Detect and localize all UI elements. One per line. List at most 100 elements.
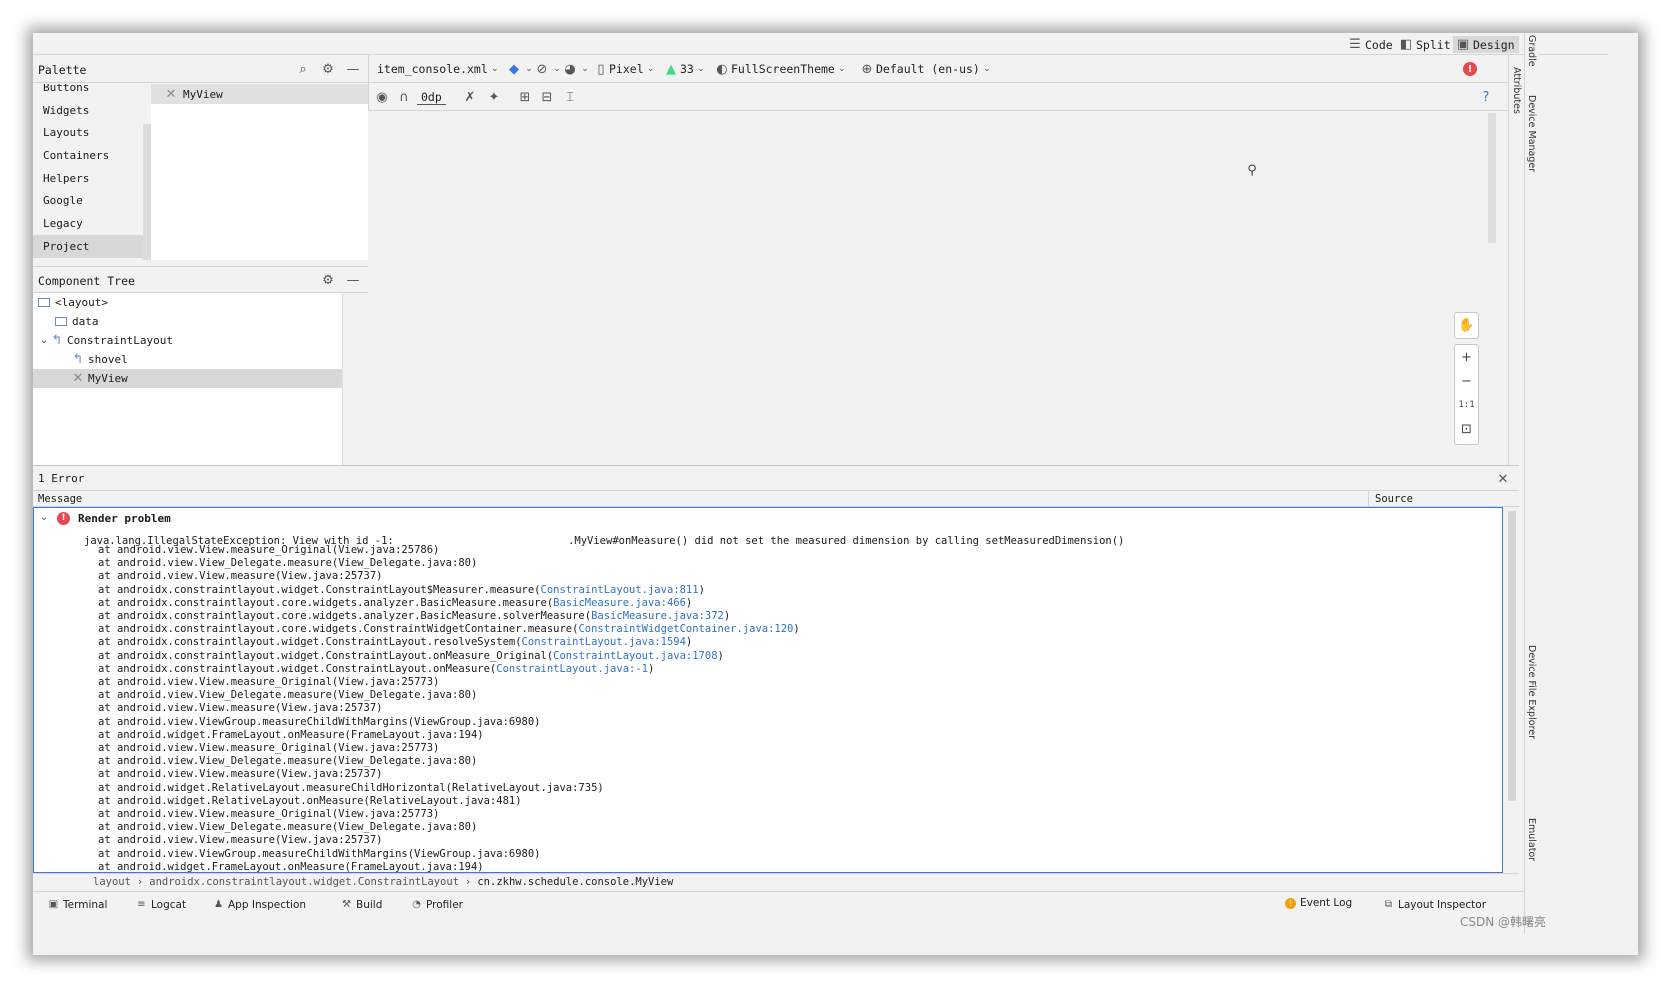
breadcrumb-item[interactable]: androidx.constraintlayout.widget.Constra… <box>149 876 459 888</box>
component-tree-scrollbar[interactable] <box>342 293 368 465</box>
terminal-tab[interactable]: ▣ Terminal <box>48 897 108 913</box>
breadcrumb-item[interactable]: layout <box>93 876 131 888</box>
app-inspection-tab[interactable]: ♟ App Inspection <box>213 897 306 913</box>
layout-icon <box>38 298 50 307</box>
file-selector[interactable]: item_console.xml ⌄ <box>377 61 499 77</box>
tree-node-myview[interactable]: ✕ MyView <box>33 369 342 388</box>
stack-frame: at android.widget.RelativeLayout.measure… <box>98 782 800 795</box>
message-column-header[interactable]: Message <box>38 493 82 505</box>
palette-header: Palette ⌕ ⚙ — <box>33 55 368 83</box>
eye-icon[interactable]: ◉ <box>374 89 390 105</box>
api-selector[interactable]: ▲ 33 ⌄ <box>665 61 705 77</box>
chevron-down-icon[interactable]: ⌄ <box>39 510 49 526</box>
clear-constraints-icon[interactable]: ✗ <box>462 89 478 105</box>
stack-frame: at androidx.constraintlayout.core.widget… <box>98 623 800 636</box>
zoom-reset-button[interactable]: 1:1 <box>1455 393 1479 417</box>
tree-node-layout[interactable]: <layout> <box>33 293 342 312</box>
stack-frame: at android.widget.FrameLayout.onMeasure(… <box>98 729 800 742</box>
event-log-tab[interactable]: ! Event Log <box>1285 897 1352 909</box>
align-icon[interactable]: ⊟ <box>539 89 555 105</box>
guidelines-icon[interactable]: ⌶ <box>562 89 578 105</box>
close-icon[interactable]: ✕ <box>1495 471 1511 487</box>
palette-category-selected[interactable]: Project <box>33 234 151 258</box>
stack-frame-text: at androidx.constraintlayout.core.widget… <box>98 610 592 623</box>
palette-item-myview[interactable]: ✕ MyView <box>151 84 368 104</box>
source-link[interactable]: ConstraintLayout.java:811 <box>541 584 699 596</box>
help-icon[interactable]: ? <box>1478 89 1494 105</box>
default-margin-button[interactable]: 0dp <box>417 89 446 105</box>
device-manager-tab[interactable]: Device Manager <box>1526 95 1537 172</box>
infer-constraints-icon[interactable]: ✦ <box>486 89 502 105</box>
zoom-out-icon[interactable]: − <box>1455 369 1479 393</box>
palette-category[interactable]: Legacy <box>33 212 151 235</box>
zoom-in-icon[interactable]: + <box>1455 345 1479 369</box>
source-link[interactable]: ConstraintWidgetContainer.java:120 <box>578 623 793 635</box>
night-mode-button[interactable]: ◕ ⌄ <box>562 61 589 77</box>
chevron-down-icon: ⌄ <box>553 63 561 74</box>
stack-frame-text: at android.widget.FrameLayout.onMeasure(… <box>98 728 484 741</box>
locale-name: Default (en-us) <box>876 62 980 76</box>
source-link[interactable]: ConstraintLayout.java:-1 <box>496 663 648 675</box>
error-item-render-problem[interactable]: ⌄ ! Render problem <box>39 510 171 526</box>
palette-category[interactable]: Buttons <box>33 84 151 99</box>
warning-icon: ! <box>1285 897 1296 909</box>
palette-category[interactable]: Containers <box>33 144 151 167</box>
breadcrumb-item[interactable]: cn.zkhw.schedule.console.MyView <box>477 876 673 888</box>
design-mode-button[interactable]: ▣ Design <box>1453 36 1519 53</box>
gear-icon[interactable]: ⚙ <box>320 61 336 77</box>
chevron-down-icon: ⌄ <box>983 63 991 74</box>
source-link[interactable]: ConstraintLayout.java:1594 <box>522 636 686 648</box>
stack-frame-text: at androidx.constraintlayout.widget.Cons… <box>98 649 554 662</box>
source-link[interactable]: BasicMeasure.java:466 <box>553 597 686 609</box>
column-divider[interactable] <box>1368 491 1369 507</box>
split-mode-button[interactable]: ◧ Split <box>1396 36 1455 53</box>
stack-frame: at android.view.View.measure_Original(Vi… <box>98 742 800 755</box>
profiler-tab[interactable]: ◔ Profiler <box>411 897 463 913</box>
device-file-explorer-tab[interactable]: Device File Explorer <box>1526 645 1537 739</box>
stack-frame-text: at android.view.View.measure_Original(Vi… <box>98 808 440 821</box>
chevron-down-icon[interactable]: ⌄ <box>38 333 50 349</box>
source-link[interactable]: ConstraintLayout.java:1708 <box>553 650 717 662</box>
palette-category[interactable]: Widgets <box>33 99 151 122</box>
logcat-tab[interactable]: ≡ Logcat <box>136 897 186 913</box>
gradle-tab[interactable]: Gradle <box>1526 35 1537 67</box>
source-link[interactable]: BasicMeasure.java:372 <box>591 610 724 622</box>
magnet-icon[interactable]: ∩ <box>396 89 412 105</box>
palette-category[interactable]: Google <box>33 189 151 212</box>
design-canvas[interactable]: ⚲ <box>369 112 1488 465</box>
stack-frame: at androidx.constraintlayout.widget.Cons… <box>98 650 800 663</box>
emulator-tab[interactable]: Emulator <box>1526 818 1537 861</box>
error-scrollbar[interactable] <box>1508 511 1516 801</box>
category-scrollbar[interactable] <box>143 124 151 260</box>
palette-category[interactable]: Layouts <box>33 121 151 144</box>
event-log-label: Event Log <box>1300 897 1353 909</box>
code-icon: ☰ <box>1349 37 1361 52</box>
gear-icon[interactable]: ⚙ <box>320 272 336 288</box>
logcat-label: Logcat <box>151 899 187 911</box>
search-icon[interactable]: ⌕ <box>295 61 311 77</box>
device-selector[interactable]: ▯ Pixel ⌄ <box>596 61 655 77</box>
attributes-tab[interactable]: Attributes <box>1511 67 1522 114</box>
layout-inspector-tab[interactable]: ⧉ Layout Inspector <box>1383 897 1486 913</box>
canvas-scrollbar[interactable] <box>1488 113 1496 243</box>
pack-icon[interactable]: ⊞ <box>517 89 533 105</box>
pan-tool[interactable]: ✋ <box>1454 312 1479 339</box>
orientation-button[interactable]: ⊘ ⌄ <box>534 61 561 77</box>
chevron-right-icon: › <box>136 876 144 888</box>
tree-node-data[interactable]: data <box>33 312 342 331</box>
locale-selector[interactable]: ⊕ Default (en-us) ⌄ <box>861 61 991 77</box>
issues-button[interactable]: ! <box>1463 61 1477 77</box>
design-surface-button[interactable]: ◆ ⌄ <box>506 61 533 77</box>
stack-frame: at android.view.View.measure(View.java:2… <box>98 702 800 715</box>
build-tab[interactable]: ⚒ Build <box>341 897 382 913</box>
code-mode-button[interactable]: ☰ Code <box>1345 36 1397 53</box>
tree-node-shovel[interactable]: ↰ shovel <box>33 350 342 369</box>
theme-selector[interactable]: ◐ FullScreenTheme ⌄ <box>716 61 846 77</box>
minimize-icon[interactable]: — <box>345 61 361 77</box>
source-column-header[interactable]: Source <box>1375 493 1413 505</box>
palette-category[interactable]: Helpers <box>33 167 151 190</box>
tree-node-constraintlayout[interactable]: ⌄ ↰ ConstraintLayout <box>33 331 342 350</box>
minimize-icon[interactable]: — <box>345 272 361 288</box>
stack-frame: at androidx.constraintlayout.widget.Cons… <box>98 584 800 597</box>
fit-screen-icon[interactable]: ⊡ <box>1455 417 1479 441</box>
